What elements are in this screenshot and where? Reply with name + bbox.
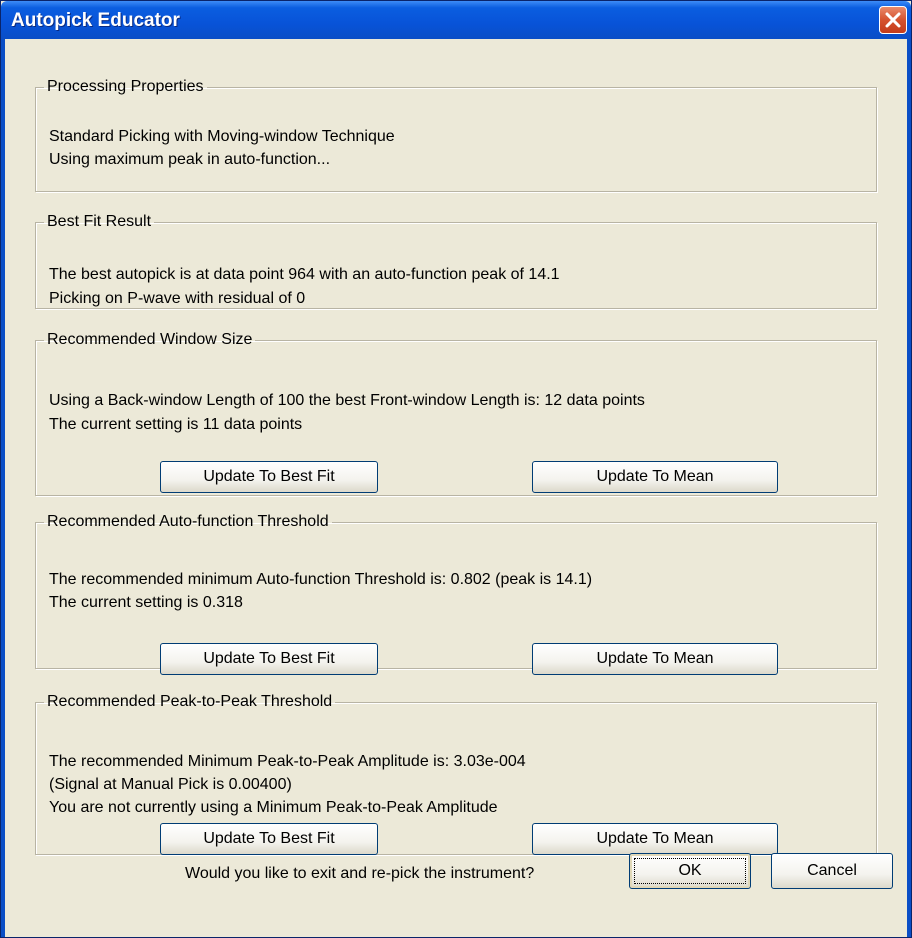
window-size-update-mean-button[interactable]: Update To Mean [532,461,778,493]
dialog-window: Autopick Educator Processing Properties … [0,0,912,938]
window-size-line-2: The current setting is 11 data points [49,416,303,433]
window-size-line-1: Using a Back-window Length of 100 the be… [49,392,645,409]
p2p-threshold-update-best-fit-button[interactable]: Update To Best Fit [160,823,378,855]
processing-line-1: Standard Picking with Moving-window Tech… [49,128,395,145]
window-border-right [907,39,911,937]
p2p-threshold-update-mean-button[interactable]: Update To Mean [532,823,778,855]
auto-threshold-update-best-fit-button[interactable]: Update To Best Fit [160,643,378,675]
ok-focus-ring [634,858,746,884]
ok-button[interactable]: OK [629,853,751,889]
processing-properties-legend: Processing Properties [47,78,204,95]
best-fit-result-group: Best Fit Result The best autopick is at … [35,213,877,309]
peak-to-peak-threshold-group: Recommended Peak-to-Peak Threshold The r… [35,693,877,855]
auto-threshold-line-1: The recommended minimum Auto-function Th… [49,571,593,588]
p2p-threshold-line-1: The recommended Minimum Peak-to-Peak Amp… [49,753,526,770]
window-title: Autopick Educator [11,10,180,31]
auto-function-threshold-legend: Recommended Auto-function Threshold [47,513,329,530]
auto-threshold-update-mean-button[interactable]: Update To Mean [532,643,778,675]
p2p-threshold-line-3: You are not currently using a Minimum Pe… [49,799,498,816]
close-icon [885,12,901,28]
auto-function-threshold-group: Recommended Auto-function Threshold The … [35,513,877,675]
p2p-threshold-line-2: (Signal at Manual Pick is 0.00400) [49,776,292,793]
peak-to-peak-threshold-legend: Recommended Peak-to-Peak Threshold [47,693,333,710]
best-fit-line-2: Picking on P-wave with residual of 0 [49,290,306,307]
title-bar[interactable]: Autopick Educator [1,1,911,39]
window-size-legend: Recommended Window Size [47,331,253,348]
window-border-left [1,39,5,937]
exit-question-text: Would you like to exit and re-pick the i… [185,865,535,882]
best-fit-result-legend: Best Fit Result [47,213,152,230]
window-size-group: Recommended Window Size Using a Back-win… [35,331,877,496]
window-size-update-best-fit-button[interactable]: Update To Best Fit [160,461,378,493]
close-button[interactable] [879,6,907,34]
processing-line-2: Using maximum peak in auto-function... [49,151,331,168]
auto-threshold-line-2: The current setting is 0.318 [49,594,243,611]
best-fit-line-1: The best autopick is at data point 964 w… [49,266,560,283]
cancel-button[interactable]: Cancel [771,853,893,889]
processing-properties-group: Processing Properties Standard Picking w… [35,78,877,192]
